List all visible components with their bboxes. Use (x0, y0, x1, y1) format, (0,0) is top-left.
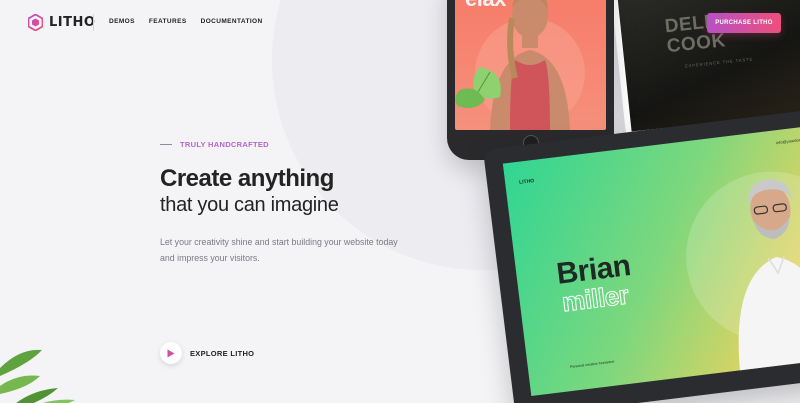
nav-demos[interactable]: DEMOS (109, 18, 135, 25)
purchase-button[interactable]: PURCHASE LITHO (707, 13, 781, 33)
main-nav: DEMOS FEATURES DOCUMENTATION (109, 18, 263, 25)
laptop-screen: LITHO info@yourdomain.com Brian miller P… (502, 123, 800, 396)
leaf-icon (0, 349, 75, 403)
restaurant-mockup-subtitle: EXPERIENCE THE TASTE (684, 56, 754, 69)
nav-features[interactable]: FEATURES (149, 18, 187, 25)
laptop-mockup: LITHO info@yourdomain.com Brian miller P… (483, 106, 800, 403)
play-icon (167, 349, 175, 357)
nav-documentation[interactable]: DOCUMENTATION (201, 18, 263, 25)
explore-link[interactable]: EXPLORE LITHO (160, 342, 254, 364)
laptop-screen-logo: LITHO (518, 178, 535, 186)
tagline-line (160, 144, 172, 145)
hero-title: Create anything (160, 165, 334, 192)
leaf-icon (455, 67, 501, 108)
page: DELICI COOK EXPERIENCE THE TASTE elax (0, 0, 800, 403)
laptop-screen-footer: Personal creative freelancer (569, 359, 615, 369)
hero-description: Let your creativity shine and start buil… (160, 237, 398, 263)
site-header: LITHO DEMOS FEATURES DOCUMENTATION PURCH… (0, 0, 800, 46)
laptop-screen-name-last: miller (560, 279, 631, 318)
play-button[interactable] (160, 342, 182, 364)
laptop-screen-email: info@yourdomain.com (775, 135, 800, 146)
logo-icon (28, 14, 43, 31)
logo-text: LITHO (49, 15, 96, 30)
hero-tagline: TRULY HANDCRAFTED (160, 140, 269, 149)
hero-subtitle: that you can imagine (160, 194, 339, 216)
explore-text: EXPLORE LITHO (190, 348, 255, 358)
logo[interactable]: LITHO (28, 14, 95, 31)
man-portrait-image (738, 179, 800, 377)
header-divider (93, 14, 94, 31)
tagline-text: TRULY HANDCRAFTED (180, 140, 269, 149)
